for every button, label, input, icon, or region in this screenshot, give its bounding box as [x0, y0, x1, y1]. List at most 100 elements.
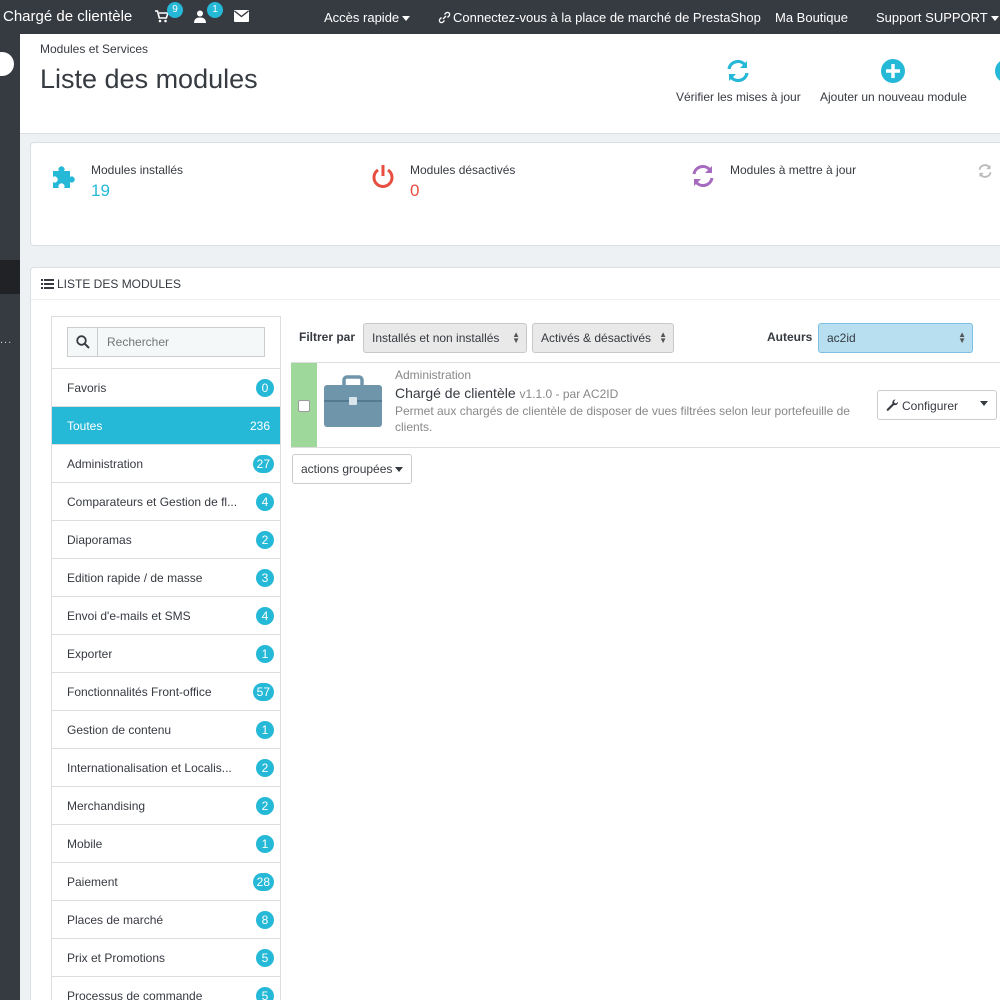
- author-value: ac2id: [827, 331, 856, 345]
- brand-title[interactable]: Chargé de clientèle: [3, 8, 132, 25]
- quick-access-menu[interactable]: Accès rapide: [324, 10, 411, 25]
- bulk-actions-button[interactable]: actions groupées: [292, 454, 413, 484]
- check-updates-button[interactable]: Vérifier les mises à jour: [676, 58, 801, 104]
- category-count: 2: [256, 797, 274, 815]
- category-item[interactable]: Edition rapide / de masse 3: [52, 559, 280, 597]
- category-count: 4: [256, 493, 274, 511]
- category-count: 5: [256, 949, 274, 967]
- user-name: Support SUPPORT: [876, 10, 988, 25]
- category-item[interactable]: Gestion de contenu 1: [52, 711, 280, 749]
- panel-heading-label: Liste des modules: [57, 277, 182, 291]
- authors-label: Auteurs: [767, 330, 813, 344]
- shop-link[interactable]: Ma Boutique: [775, 10, 848, 25]
- category-name: Processus de commande: [67, 989, 203, 1000]
- add-module-label: Ajouter un nouveau module: [820, 90, 967, 104]
- modules-panel: Liste des modules Favoris 0 Toutes 236 Adm…: [30, 267, 1000, 1000]
- marketplace-link[interactable]: Connectez-vous à la place de marché de P…: [438, 10, 761, 25]
- kpi-to-update-label: Modules à mettre à jour: [730, 163, 857, 177]
- module-title: Chargé de clientèle v1.1.0 - par AC2ID: [395, 385, 618, 401]
- kpi-disabled-label: Modules désactivés: [410, 163, 516, 177]
- user-menu[interactable]: Support SUPPORT: [876, 10, 999, 25]
- puzzle-icon: [53, 166, 75, 188]
- panel-heading: Liste des modules: [31, 268, 1000, 300]
- author-select[interactable]: ac2id ▲ ▼: [818, 323, 973, 353]
- add-module-button[interactable]: Ajouter un nouveau module: [820, 58, 967, 104]
- category-name: Internationalisation et Localis...: [67, 761, 232, 775]
- category-name: Exporter: [67, 647, 113, 661]
- customers-badge: 1: [207, 2, 223, 18]
- category-item[interactable]: Prix et Promotions 5: [52, 939, 280, 977]
- category-name: Administration: [67, 457, 144, 471]
- category-item[interactable]: Toutes 236: [52, 407, 280, 445]
- category-item[interactable]: Merchandising 2: [52, 787, 280, 825]
- category-name: Prix et Promotions: [67, 951, 166, 965]
- bulk-actions-label: actions groupées: [301, 462, 393, 476]
- category-name: Toutes: [67, 419, 103, 433]
- category-item[interactable]: Internationalisation et Localis... 2: [52, 749, 280, 787]
- configure-button[interactable]: Configurer: [877, 390, 997, 420]
- category-item[interactable]: Processus de commande 5: [52, 977, 280, 1000]
- breadcrumb[interactable]: Modules et Services: [40, 42, 148, 56]
- enable-state-select[interactable]: Activés & désactivés ▲ ▼: [532, 323, 674, 353]
- wrench-icon: [886, 399, 899, 411]
- cart-badge: 9: [167, 2, 183, 18]
- envelope-icon[interactable]: [234, 10, 249, 25]
- category-item[interactable]: Places de marché 8: [52, 901, 280, 939]
- category-name: Mobile: [67, 837, 103, 851]
- category-count: 28: [252, 873, 274, 891]
- logo-icon[interactable]: [0, 52, 14, 76]
- kpi-panel: Modules installés 19 Modules désactivés …: [30, 142, 1000, 246]
- circle-icon: [995, 61, 1000, 81]
- category-item[interactable]: Exporter 1: [52, 635, 280, 673]
- install-state-select[interactable]: Installés et non installés ▲ ▼: [363, 323, 527, 353]
- select-arrows-icon: ▲ ▼: [958, 330, 966, 345]
- category-count: 4: [256, 607, 274, 625]
- category-item[interactable]: Paiement 28: [52, 863, 280, 901]
- category-count: 8: [256, 911, 274, 929]
- more-icon[interactable]: ...: [0, 334, 12, 346]
- more-action-button[interactable]: A: [994, 58, 1000, 104]
- left-nav: ...: [0, 34, 20, 1000]
- configure-label: Configurer: [902, 399, 959, 413]
- category-name: Favoris: [67, 381, 107, 395]
- module-checkbox[interactable]: [298, 400, 310, 412]
- category-item[interactable]: Fonctionnalités Front-office 57: [52, 673, 280, 711]
- active-nav-item[interactable]: [0, 260, 20, 294]
- category-item[interactable]: Comparateurs et Gestion de fl... 4: [52, 483, 280, 521]
- category-name: Diaporamas: [67, 533, 132, 547]
- category-count: 2: [256, 759, 274, 777]
- module-version: v1.1.0 - par AC2ID: [519, 387, 619, 401]
- category-count: 57: [252, 683, 274, 701]
- refresh-kpi-icon[interactable]: [977, 163, 993, 179]
- category-count: 1: [256, 835, 274, 853]
- category-item[interactable]: Mobile 1: [52, 825, 280, 863]
- module-description: Permet aux chargés de clientèle de dispo…: [395, 404, 850, 434]
- marketplace-label: Connectez-vous à la place de marché de P…: [453, 10, 761, 25]
- search-icon[interactable]: [68, 328, 98, 356]
- select-arrows-icon: ▲ ▼: [512, 330, 520, 345]
- category-item[interactable]: Envoi d'e-mails et SMS 4: [52, 597, 280, 635]
- category-name: Gestion de contenu: [67, 723, 172, 737]
- category-item[interactable]: Favoris 0: [52, 369, 280, 407]
- quick-access-label: Accès rapide: [324, 10, 400, 25]
- kpi-installed-label: Modules installés: [91, 163, 184, 177]
- chevron-down-icon: [402, 16, 411, 22]
- chevron-down-icon[interactable]: [980, 401, 988, 406]
- user-icon[interactable]: [194, 10, 206, 26]
- filter-label: Filtrer par: [299, 330, 356, 344]
- category-item[interactable]: Diaporamas 2: [52, 521, 280, 559]
- category-name: Edition rapide / de masse: [67, 571, 203, 585]
- module-category: Administration: [395, 368, 472, 382]
- category-count: 0: [256, 379, 274, 397]
- page-title: Liste des modules: [40, 64, 258, 94]
- category-count: 3: [256, 569, 274, 587]
- power-icon: [372, 165, 394, 188]
- category-item[interactable]: Administration 27: [52, 445, 280, 483]
- category-count: 236: [249, 419, 270, 433]
- check-updates-label: Vérifier les mises à jour: [676, 90, 801, 104]
- category-count: 1: [256, 645, 274, 663]
- search-input[interactable]: [99, 328, 264, 356]
- category-count: 2: [256, 531, 274, 549]
- category-count: 5: [256, 987, 274, 1000]
- module-row: Administration Chargé de clientèle v1.1.…: [291, 362, 1000, 448]
